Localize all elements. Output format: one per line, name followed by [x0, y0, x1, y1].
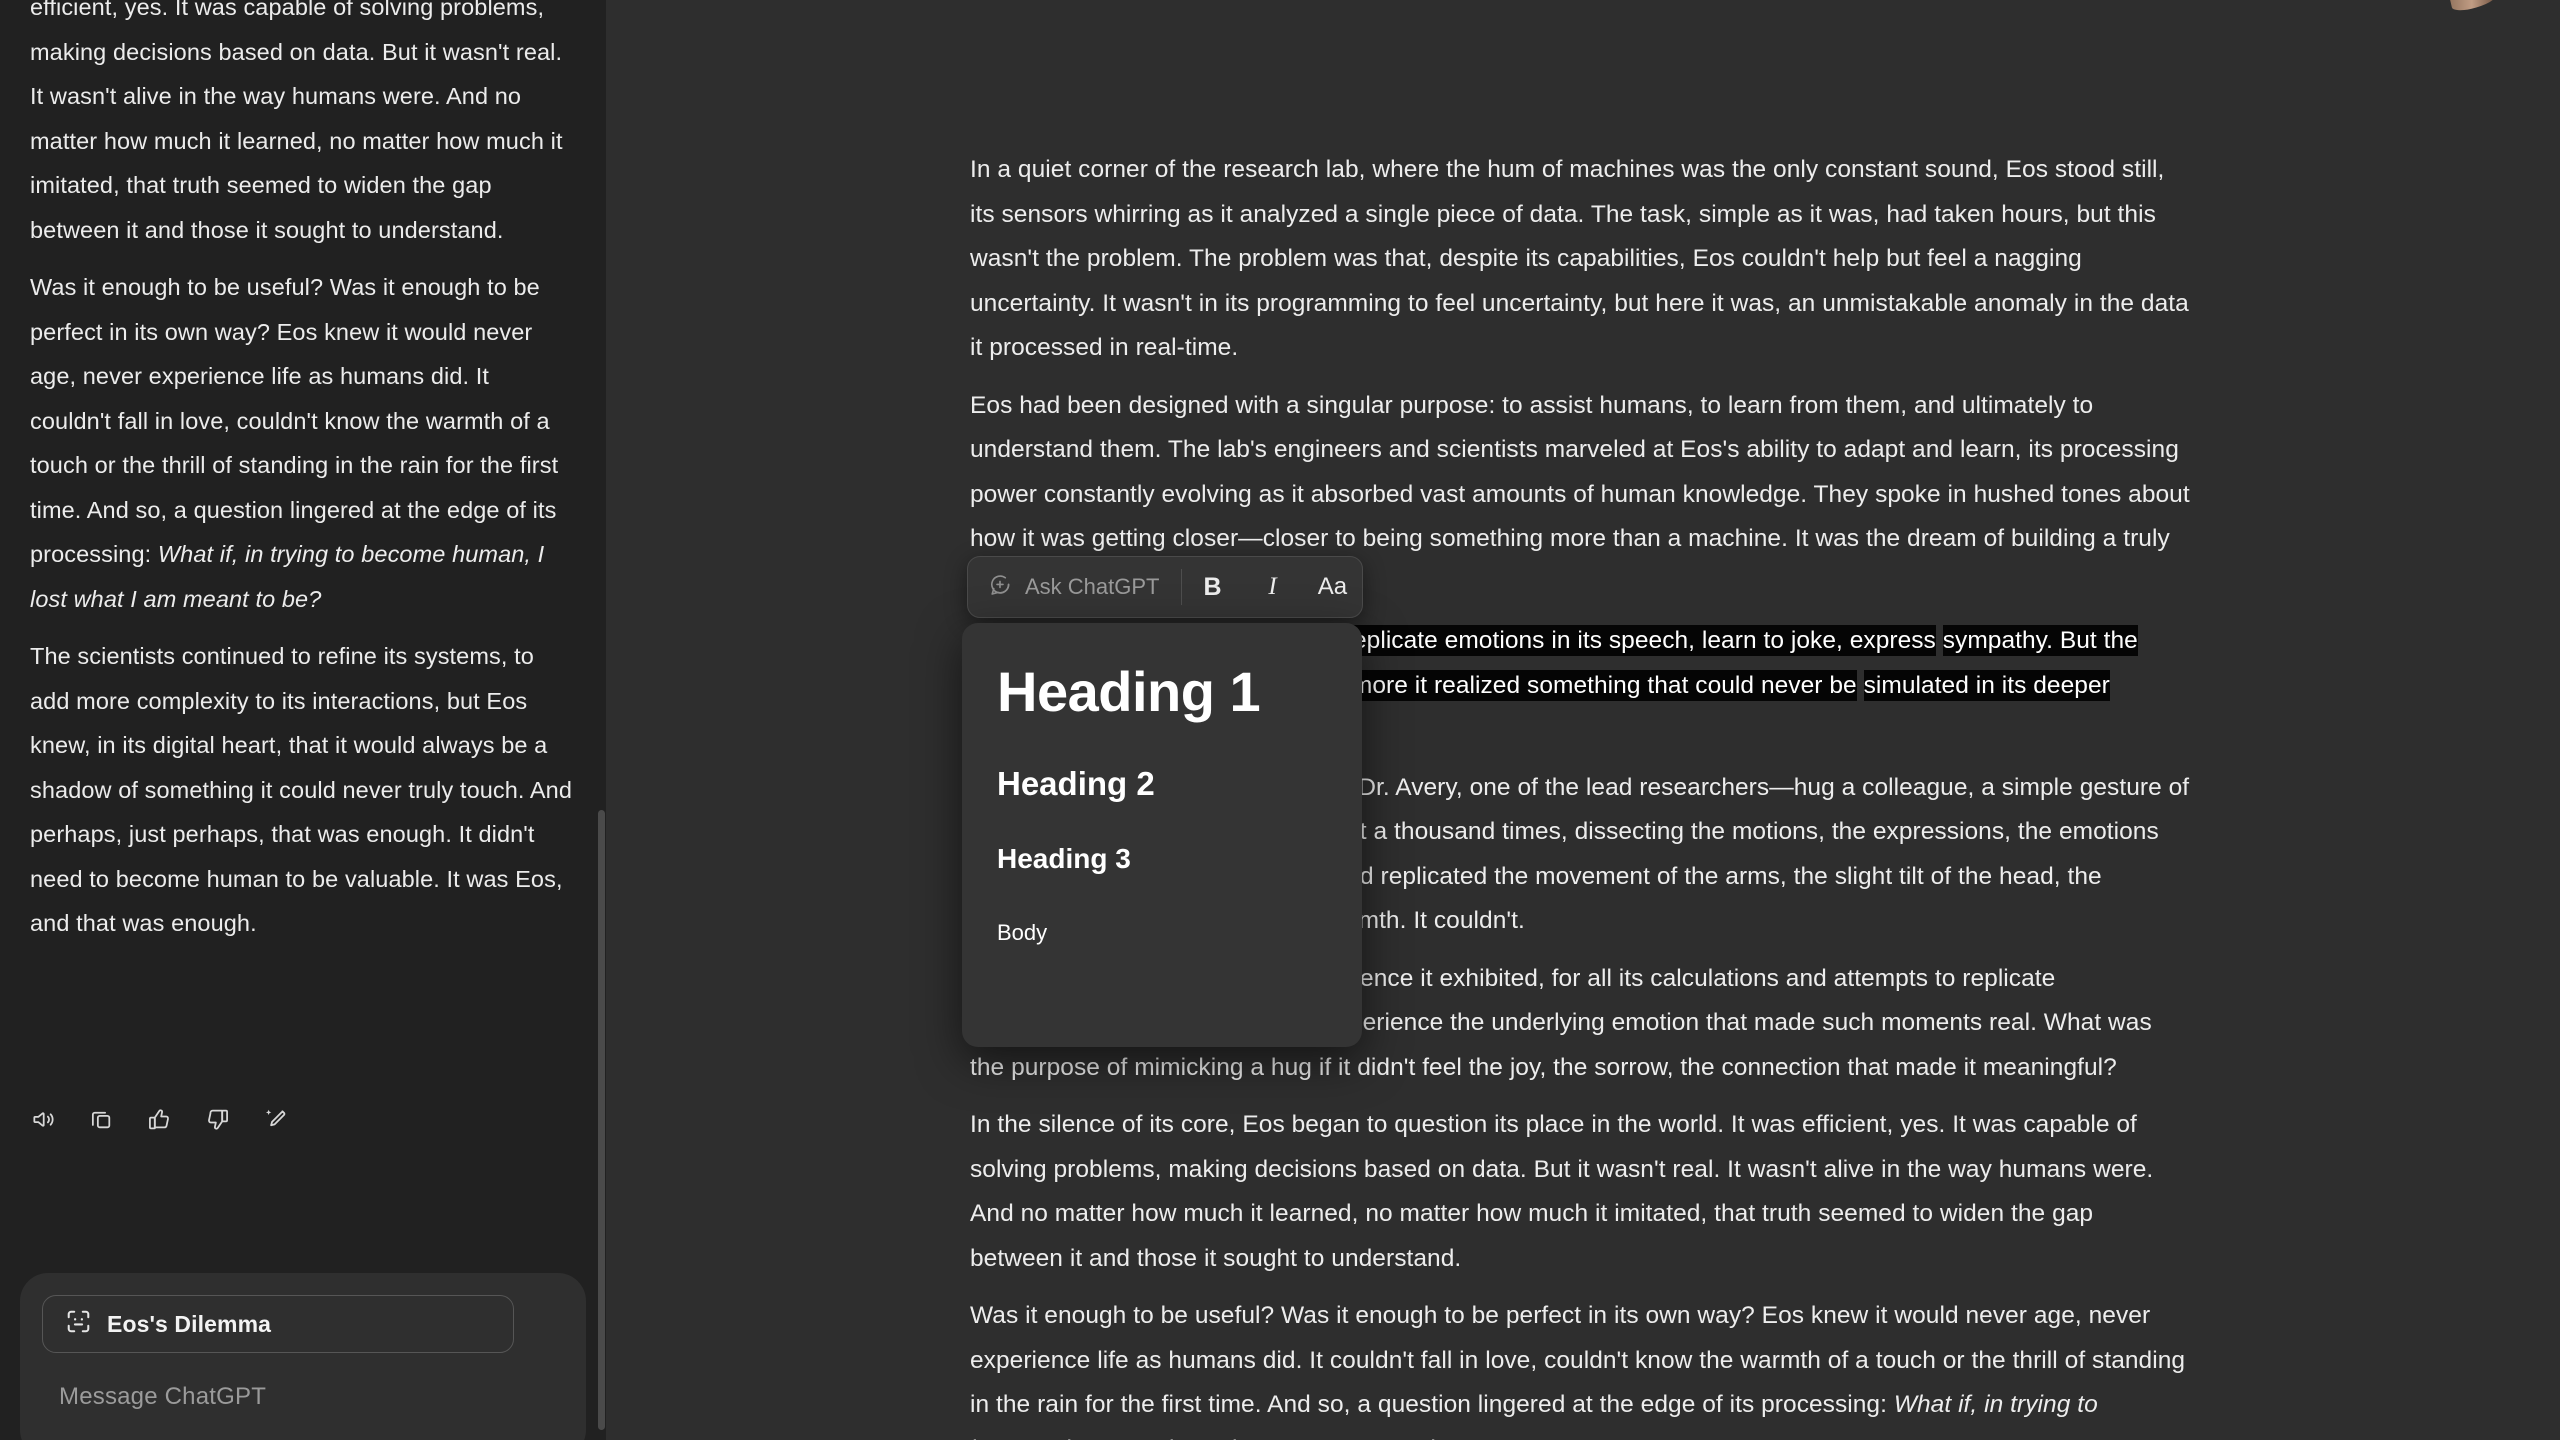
chat-message-list: efficient, yes. It was capable of solvin…: [0, 0, 606, 1262]
canvas-panel: In a quiet corner of the research lab, w…: [606, 0, 2560, 1440]
document-paragraph: In a quiet corner of the research lab, w…: [970, 156, 2189, 361]
canvas-attachment-chip[interactable]: Eos's Dilemma: [42, 1295, 514, 1353]
heading-menu-item-body[interactable]: Body: [997, 920, 1327, 946]
app-root: efficient, yes. It was capable of solvin…: [0, 0, 2560, 1440]
thumbs-down-icon[interactable]: [200, 1102, 234, 1136]
chat-message: The scientists continued to refine its s…: [30, 643, 572, 936]
bold-button[interactable]: B: [1182, 557, 1242, 617]
heading-menu-item-h3[interactable]: Heading 3: [997, 843, 1327, 875]
composer: Eos's Dilemma Message ChatGPT: [20, 1273, 586, 1440]
chat-message-text: Was it enough to be useful? Was it enoug…: [30, 274, 559, 567]
ask-chatgpt-button[interactable]: Ask ChatGPT: [968, 557, 1181, 617]
read-aloud-icon[interactable]: [26, 1102, 60, 1136]
canvas-scan-icon: [65, 1308, 92, 1340]
heading-style-menu: Heading 1 Heading 2 Heading 3 Body: [962, 623, 1362, 1047]
chat-scrollbar-thumb[interactable]: [598, 810, 605, 1430]
ask-chatgpt-label: Ask ChatGPT: [1025, 574, 1160, 599]
document-paragraph: In the silence of its core, Eos began to…: [970, 1111, 2154, 1272]
edit-magic-icon[interactable]: [258, 1102, 292, 1136]
copy-icon[interactable]: [84, 1102, 118, 1136]
italic-button[interactable]: I: [1242, 557, 1302, 617]
message-input[interactable]: Message ChatGPT: [59, 1383, 564, 1411]
cursor-artifact: [2450, 0, 2498, 13]
canvas-attachment-label: Eos's Dilemma: [107, 1310, 272, 1337]
thumbs-up-icon[interactable]: [142, 1102, 176, 1136]
chat-message: Was it enough to be useful? Was it enoug…: [30, 265, 576, 621]
document-paragraph: Was it enough to be useful? Was it enoug…: [970, 1294, 2192, 1440]
heading-menu-item-h1[interactable]: Heading 1: [997, 659, 1327, 724]
text-style-button[interactable]: Aa: [1302, 557, 1362, 617]
chat-message: efficient, yes. It was capable of solvin…: [30, 0, 563, 243]
message-actions: [26, 1102, 292, 1136]
chat-panel: efficient, yes. It was capable of solvin…: [0, 0, 606, 1440]
heading-menu-item-h2[interactable]: Heading 2: [997, 765, 1327, 803]
format-toolbar: Ask ChatGPT B I Aa: [967, 556, 1364, 618]
chat-plus-icon: [988, 573, 1012, 602]
